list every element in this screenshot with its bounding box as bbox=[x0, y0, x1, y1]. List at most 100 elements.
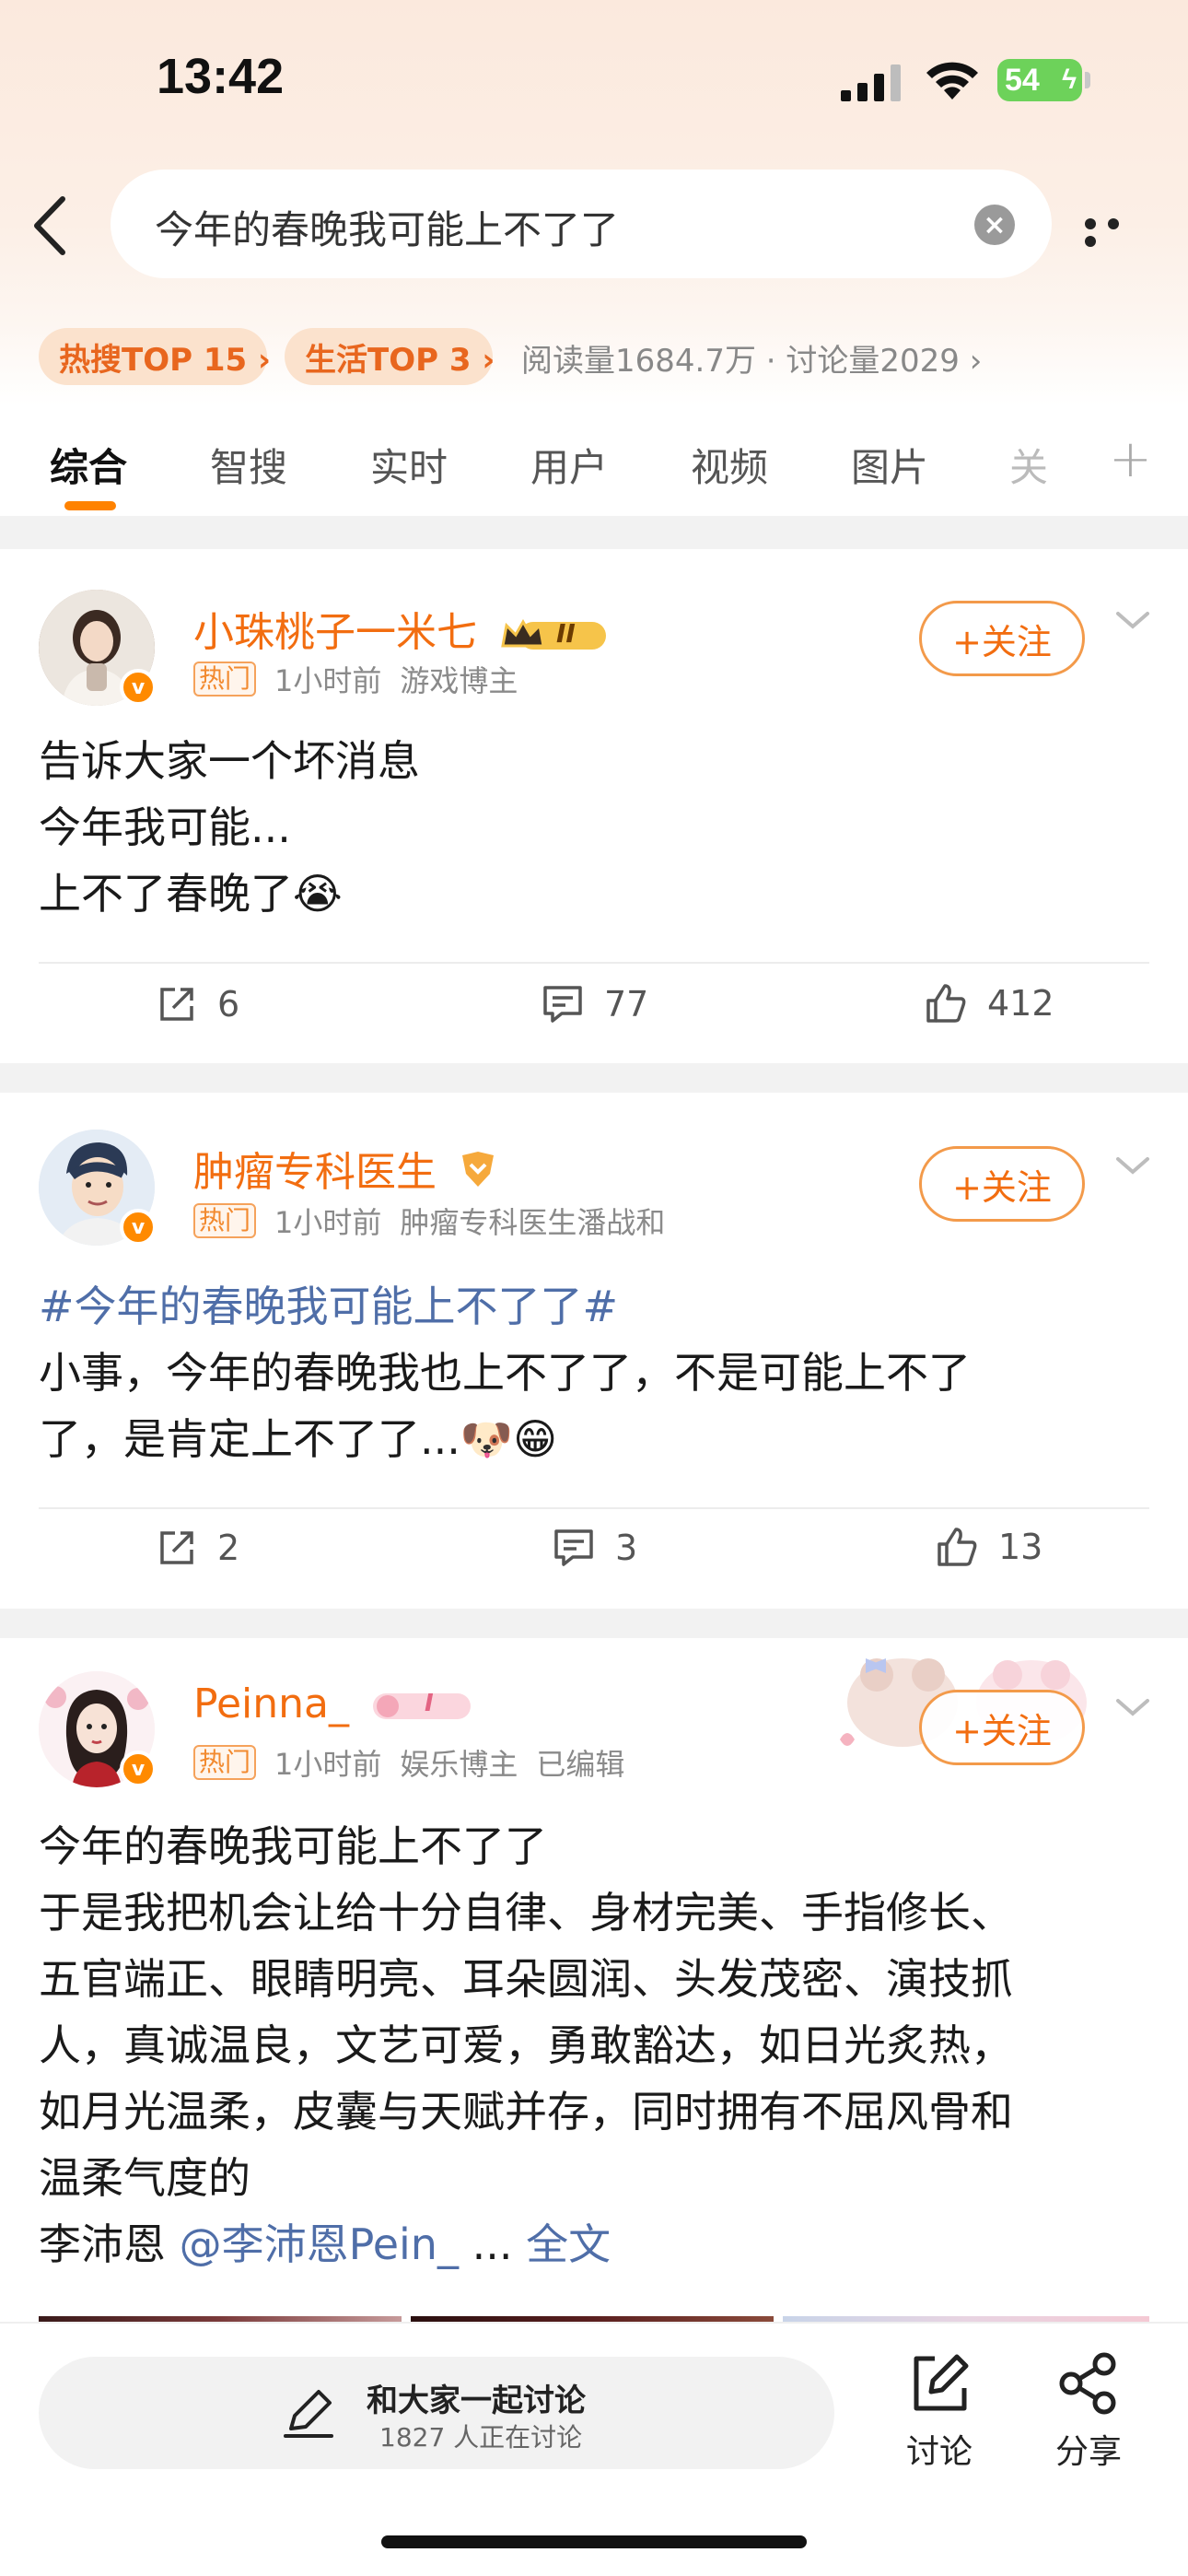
content-line: 小事，今年的春晚我也上不了了，不是可能上不了 bbox=[39, 1348, 971, 1398]
post-meta: 热门 1小时前 游戏博主 bbox=[193, 658, 518, 700]
comment-count: 77 bbox=[604, 984, 649, 1025]
post-divider bbox=[39, 962, 1149, 964]
chevron-down-icon[interactable] bbox=[1114, 1152, 1151, 1179]
section-divider bbox=[0, 1609, 1188, 1638]
more-options-icon[interactable] bbox=[1085, 216, 1149, 247]
thumbs-up-icon bbox=[926, 984, 966, 1023]
username-text: 小珠桃子一米七 bbox=[193, 609, 477, 656]
battery-indicator: 54 ϟ bbox=[997, 59, 1082, 101]
tab-realtime[interactable]: 实时 bbox=[370, 437, 448, 493]
repost-icon bbox=[160, 988, 193, 1021]
username-text: Peinna_ bbox=[193, 1680, 349, 1727]
home-indicator[interactable] bbox=[381, 2535, 807, 2548]
post-time: 1小时前 bbox=[274, 663, 382, 698]
follow-button[interactable]: +关注 bbox=[919, 1146, 1085, 1222]
like-count: 412 bbox=[987, 983, 1054, 1024]
post-meta: 热门 1小时前 肿瘤专科医生潘战和 bbox=[193, 1200, 665, 1242]
like-count: 13 bbox=[998, 1527, 1043, 1567]
share-label: 分享 bbox=[1054, 2433, 1122, 2471]
status-time: 13:42 bbox=[157, 49, 285, 104]
pen-icon bbox=[284, 2390, 333, 2438]
cellular-signal-icon bbox=[841, 64, 901, 101]
section-divider bbox=[0, 1063, 1188, 1093]
mention-link[interactable]: @李沛恩Pein_ bbox=[180, 2219, 459, 2269]
vip-crown-icon: II bbox=[499, 616, 610, 653]
share-button[interactable]: 分享 bbox=[1042, 2351, 1135, 2473]
hot-tag: 热门 bbox=[193, 1203, 257, 1238]
share-icon bbox=[1059, 2352, 1116, 2415]
hot-search-chip[interactable]: 热搜TOP 15 › bbox=[39, 328, 271, 385]
comment-count: 3 bbox=[615, 1528, 638, 1568]
follow-button[interactable]: +关注 bbox=[919, 601, 1085, 676]
content-line: 告诉大家一个坏消息 bbox=[39, 736, 420, 786]
tab-comprehensive[interactable]: 综合 bbox=[50, 437, 127, 493]
tab-images[interactable]: 图片 bbox=[851, 437, 928, 493]
clear-search-icon[interactable]: × bbox=[974, 205, 1015, 245]
section-divider bbox=[0, 516, 1188, 549]
post-time: 1小时前 bbox=[274, 1747, 382, 1782]
discuss-count: 1827 人正在讨论 bbox=[379, 2422, 583, 2453]
tab-smart-search[interactable]: 智搜 bbox=[210, 437, 287, 493]
status-bar: 13:42 54 ϟ bbox=[0, 0, 1188, 157]
content-text: 李沛恩 bbox=[39, 2219, 180, 2269]
discuss-input-button[interactable]: 和大家一起讨论 1827 人正在讨论 bbox=[39, 2357, 834, 2469]
repost-count: 6 bbox=[217, 984, 240, 1025]
wifi-icon bbox=[926, 62, 978, 100]
post-content[interactable]: 告诉大家一个坏消息 今年我可能... 上不了春晚了😭 bbox=[39, 728, 1153, 927]
battery-cap bbox=[1085, 72, 1090, 88]
repost-button[interactable]: 6 bbox=[157, 984, 239, 1025]
life-top-chip[interactable]: 生活TOP 3 › bbox=[285, 328, 495, 385]
full-text-link[interactable]: 全文 bbox=[526, 2219, 611, 2269]
like-button[interactable]: 412 bbox=[925, 982, 1054, 1025]
post-card[interactable]: v Peinna_ I 热门 1小时前 娱乐博主 已编辑 +关注 今年的春晚我可… bbox=[0, 1638, 1188, 2338]
content-line: 上不了春晚了😭 bbox=[39, 869, 343, 919]
post-meta: 热门 1小时前 娱乐博主 已编辑 bbox=[193, 1741, 624, 1784]
content-line: 了，是肯定上不了了...🐶😁 bbox=[39, 1414, 558, 1464]
battery-level: 54 bbox=[1005, 62, 1040, 98]
content-line: 于是我把机会让给十分自律、身材完美、手指修长、 bbox=[39, 1888, 1013, 1938]
content-line-last: 李沛恩 @李沛恩Pein_ ... 全文 bbox=[39, 2211, 1153, 2277]
tab-follow-truncated[interactable]: 关 bbox=[1009, 437, 1048, 493]
vip-level: II bbox=[556, 618, 576, 649]
verified-badge-icon: v bbox=[120, 669, 157, 706]
repost-button[interactable]: 2 bbox=[157, 1528, 239, 1568]
post-content[interactable]: 今年的春晚我可能上不了了 于是我把机会让给十分自律、身材完美、手指修长、 五官端… bbox=[39, 1813, 1153, 2277]
post-card[interactable]: v 肿瘤专科医生 热门 1小时前 肿瘤专科医生潘战和 +关注 #今年的春晚我可能… bbox=[0, 1093, 1188, 1609]
back-arrow-icon[interactable] bbox=[28, 195, 74, 256]
edited-label: 已编辑 bbox=[536, 1747, 625, 1782]
topic-hashtag-link[interactable]: #今年的春晚我可能上不了了# bbox=[39, 1273, 1153, 1340]
verified-badge-icon: v bbox=[120, 1209, 157, 1246]
repost-icon bbox=[160, 1531, 193, 1564]
comment-icon bbox=[543, 986, 582, 1023]
content-line: 今年的春晚我可能上不了了 bbox=[39, 1821, 547, 1871]
post-username[interactable]: 肿瘤专科医生 bbox=[193, 1139, 499, 1200]
tab-users[interactable]: 用户 bbox=[530, 437, 608, 493]
post-username[interactable]: 小珠桃子一米七 II bbox=[193, 599, 610, 658]
post-username[interactable]: Peinna_ I bbox=[193, 1680, 472, 1727]
content-line: 如月光温柔，皮囊与天赋并存，同时拥有不屈风骨和 bbox=[39, 2087, 1013, 2137]
tab-videos[interactable]: 视频 bbox=[691, 437, 768, 493]
chevron-down-icon[interactable] bbox=[1114, 1693, 1151, 1721]
content-line: 人，真诚温良，文艺可爱，勇敢豁达，如日光炙热， bbox=[39, 2020, 1013, 2070]
post-card[interactable]: v 小珠桃子一米七 II 热门 1小时前 游戏博主 +关注 告诉大家一个坏消息 … bbox=[0, 549, 1188, 1063]
active-tab-indicator bbox=[64, 501, 116, 510]
post-time: 1小时前 bbox=[274, 1205, 382, 1240]
topic-stats[interactable]: 阅读量1684.7万 · 讨论量2029 › bbox=[521, 335, 982, 381]
search-input[interactable]: 今年的春晚我可能上不了了 × bbox=[111, 170, 1052, 278]
like-button[interactable]: 13 bbox=[936, 1526, 1042, 1568]
hot-tag: 热门 bbox=[193, 1745, 257, 1780]
vip-badge-icon: I bbox=[371, 1688, 472, 1725]
verified-badge-icon: v bbox=[120, 1751, 157, 1787]
add-tab-icon[interactable]: + bbox=[1109, 429, 1152, 489]
chevron-down-icon[interactable] bbox=[1114, 606, 1151, 634]
post-content[interactable]: #今年的春晚我可能上不了了# 小事，今年的春晚我也上不了了，不是可能上不了 了，… bbox=[39, 1273, 1153, 1472]
discuss-button[interactable]: 讨论 bbox=[893, 2351, 985, 2473]
username-text: 肿瘤专科医生 bbox=[193, 1149, 437, 1196]
comment-button[interactable]: 3 bbox=[553, 1528, 637, 1568]
discuss-prompt-title: 和大家一起讨论 bbox=[367, 2383, 586, 2419]
follow-button[interactable]: +关注 bbox=[919, 1690, 1085, 1765]
comment-button[interactable]: 77 bbox=[542, 984, 648, 1025]
content-line: 今年我可能... bbox=[39, 802, 291, 852]
post-source: 肿瘤专科医生潘战和 bbox=[400, 1205, 666, 1240]
compose-icon bbox=[914, 2354, 969, 2411]
